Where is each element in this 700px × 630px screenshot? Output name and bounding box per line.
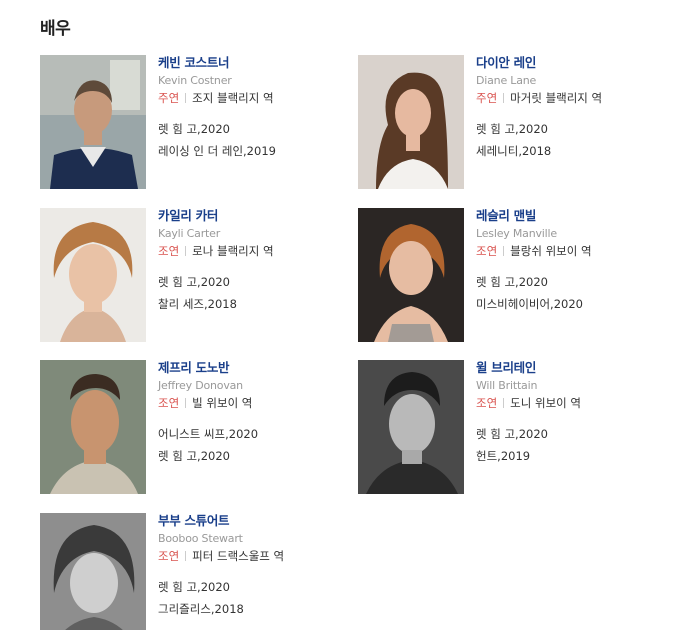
actor-card: 윌 브리테인 Will Brittain 조연 도니 위보이 역 렛 힘 고,20… [358, 360, 678, 495]
divider [185, 246, 187, 256]
actor-name-english: Jeffrey Donovan [158, 379, 243, 392]
role-type: 조연 [476, 244, 498, 258]
actor-card: 카일리 카터 Kayli Carter 조연 로나 블랙리지 역 렛 힘 고,20… [40, 208, 360, 343]
filmography: 렛 힘 고,2020 세레니티,2018 [476, 118, 676, 162]
actor-photo-will-brittain [358, 360, 464, 494]
filmography: 렛 힘 고,2020 찰리 세즈,2018 [158, 271, 358, 315]
work-item[interactable]: 미스비헤이비어,2020 [476, 293, 676, 315]
work-item[interactable]: 렛 힘 고,2020 [158, 118, 358, 140]
actor-photo[interactable] [40, 360, 146, 494]
divider [503, 93, 505, 103]
actor-photo[interactable] [358, 55, 464, 189]
work-item[interactable]: 렛 힘 고,2020 [158, 576, 358, 598]
actor-photo-diane-lane [358, 55, 464, 189]
actor-photo-kayli-carter [40, 208, 146, 342]
actor-card: 레슬리 맨빌 Lesley Manville 조연 블랑쉬 위보이 역 렛 힘 고… [358, 208, 678, 343]
divider [503, 246, 505, 256]
actor-name-korean[interactable]: 다이안 레인 [476, 55, 676, 71]
actor-name-korean[interactable]: 레슬리 맨빌 [476, 208, 676, 224]
actor-photo-booboo-stewart [40, 513, 146, 630]
role-name: 로나 블랙리지 역 [192, 244, 274, 258]
role-line: 조연 블랑쉬 위보이 역 [476, 243, 676, 260]
actor-name-korean[interactable]: 부부 스튜어트 [158, 513, 358, 529]
role-type: 조연 [476, 396, 498, 410]
role-type: 조연 [158, 244, 180, 258]
actor-name-english: Diane Lane [476, 74, 537, 87]
actor-name-english: Kevin Costner [158, 74, 232, 87]
actor-photo[interactable] [358, 208, 464, 342]
role-name: 빌 위보이 역 [192, 396, 253, 410]
actor-name-korean[interactable]: 케빈 코스트너 [158, 55, 358, 71]
role-line: 조연 로나 블랙리지 역 [158, 243, 358, 260]
role-name: 도니 위보이 역 [510, 396, 581, 410]
work-item[interactable]: 레이싱 인 더 레인,2019 [158, 140, 358, 162]
actor-photo[interactable] [40, 55, 146, 189]
divider [185, 398, 187, 408]
role-type: 조연 [158, 549, 180, 563]
actor-photo-jeffrey-donovan [40, 360, 146, 494]
work-item[interactable]: 렛 힘 고,2020 [158, 445, 358, 467]
filmography: 렛 힘 고,2020 그리즐리스,2018 [158, 576, 358, 620]
role-type: 주연 [158, 91, 180, 105]
role-line: 조연 피터 드랙스울프 역 [158, 548, 358, 565]
role-line: 주연 조지 블랙리지 역 [158, 90, 358, 107]
actor-name-korean[interactable]: 카일리 카터 [158, 208, 358, 224]
role-line: 주연 마거릿 블랙리지 역 [476, 90, 676, 107]
actor-photo[interactable] [358, 360, 464, 494]
work-item[interactable]: 렛 힘 고,2020 [476, 423, 676, 445]
role-type: 조연 [158, 396, 180, 410]
actor-photo-lesley-manville [358, 208, 464, 342]
work-item[interactable]: 찰리 세즈,2018 [158, 293, 358, 315]
work-item[interactable]: 렛 힘 고,2020 [158, 271, 358, 293]
actor-name-korean[interactable]: 윌 브리테인 [476, 360, 676, 376]
divider [185, 93, 187, 103]
role-line: 조연 빌 위보이 역 [158, 395, 358, 412]
actor-card: 케빈 코스트너 Kevin Costner 주연 조지 블랙리지 역 렛 힘 고,… [40, 55, 360, 190]
role-type: 주연 [476, 91, 498, 105]
actor-name-english: Booboo Stewart [158, 532, 243, 545]
role-name: 마거릿 블랙리지 역 [510, 91, 603, 105]
actor-name-english: Kayli Carter [158, 227, 221, 240]
filmography: 렛 힘 고,2020 미스비헤이비어,2020 [476, 271, 676, 315]
role-name: 블랑쉬 위보이 역 [510, 244, 592, 258]
divider [503, 398, 505, 408]
role-name: 조지 블랙리지 역 [192, 91, 274, 105]
divider [185, 551, 187, 561]
cast-section: 배우 케빈 코스트너 Kevin Costner 주연 조지 블랙리지 역 렛 힘… [0, 0, 700, 630]
actor-card: 제프리 도노반 Jeffrey Donovan 조연 빌 위보이 역 어니스트 씨… [40, 360, 360, 495]
role-line: 조연 도니 위보이 역 [476, 395, 676, 412]
actor-card: 다이안 레인 Diane Lane 주연 마거릿 블랙리지 역 렛 힘 고,202… [358, 55, 678, 190]
actor-card: 부부 스튜어트 Booboo Stewart 조연 피터 드랙스울프 역 렛 힘 … [40, 513, 360, 630]
role-name: 피터 드랙스울프 역 [192, 549, 285, 563]
filmography: 렛 힘 고,2020 헌트,2019 [476, 423, 676, 467]
actor-name-english: Lesley Manville [476, 227, 557, 240]
filmography: 어니스트 씨프,2020 렛 힘 고,2020 [158, 423, 358, 467]
filmography: 렛 힘 고,2020 레이싱 인 더 레인,2019 [158, 118, 358, 162]
actor-photo[interactable] [40, 513, 146, 630]
work-item[interactable]: 세레니티,2018 [476, 140, 676, 162]
actor-name-korean[interactable]: 제프리 도노반 [158, 360, 358, 376]
actor-photo-kevin-costner [40, 55, 146, 189]
actor-name-english: Will Brittain [476, 379, 538, 392]
work-item[interactable]: 그리즐리스,2018 [158, 598, 358, 620]
work-item[interactable]: 헌트,2019 [476, 445, 676, 467]
section-title: 배우 [40, 19, 71, 39]
work-item[interactable]: 렛 힘 고,2020 [476, 271, 676, 293]
work-item[interactable]: 렛 힘 고,2020 [476, 118, 676, 140]
work-item[interactable]: 어니스트 씨프,2020 [158, 423, 358, 445]
actor-photo[interactable] [40, 208, 146, 342]
